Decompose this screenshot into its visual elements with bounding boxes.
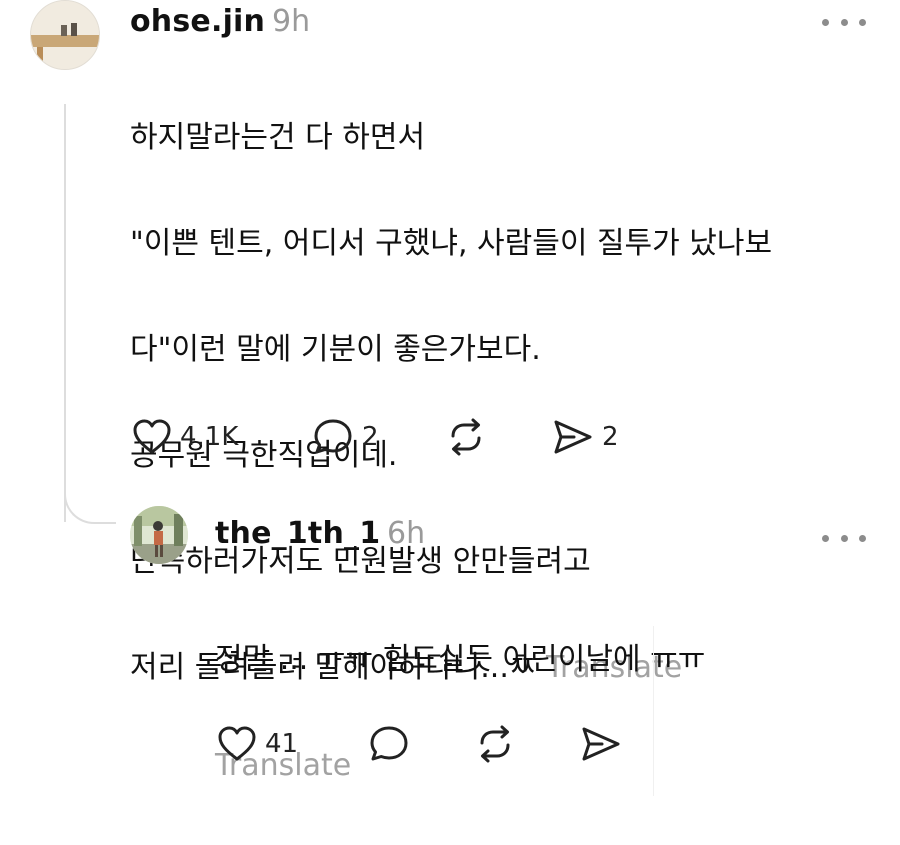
post-username[interactable]: ohse.jin	[130, 4, 265, 39]
like-button[interactable]: 4.1K	[132, 417, 238, 457]
comment-icon	[314, 419, 352, 454]
reply-body: 정말 ... ㅠㅠ 힘드실듯 어린이날에 ㅠㅠ Translate	[215, 580, 705, 845]
divider	[653, 626, 654, 796]
send-icon	[554, 420, 592, 454]
reply-more-icon[interactable]	[822, 528, 866, 548]
repost-icon	[480, 725, 510, 763]
post-more-icon[interactable]	[822, 12, 866, 32]
post-author-avatar[interactable]	[30, 0, 100, 70]
reply-repost-button[interactable]	[473, 724, 517, 764]
share-count: 2	[602, 422, 619, 452]
reply-like-button[interactable]: 41	[217, 724, 298, 764]
comment-count: 2	[362, 422, 379, 452]
repost-icon	[451, 418, 481, 456]
reply-comment-button[interactable]	[368, 724, 410, 764]
comment-icon	[370, 726, 408, 761]
reply-text: 정말 ... ㅠㅠ 힘드실듯 어린이날에 ㅠㅠ	[215, 642, 706, 677]
reply-like-count: 41	[265, 729, 299, 759]
reply-username[interactable]: the_1th_1	[215, 516, 380, 551]
repost-button[interactable]	[444, 417, 488, 457]
comment-button[interactable]: 2	[312, 417, 379, 457]
post-line: "이쁜 텐트, 어디서 구했냐, 사람들이 질투가 났나보	[130, 226, 773, 261]
like-count: 4.1K	[180, 422, 239, 452]
post-line: 다"이런 말에 기분이 좋은가보다.	[130, 332, 541, 367]
reply-time: 6h	[387, 516, 426, 551]
thread-connector	[64, 478, 116, 524]
thread-line	[64, 104, 66, 522]
reply-author-avatar[interactable]	[130, 506, 188, 564]
post-time: 9h	[272, 4, 311, 39]
heart-icon	[133, 419, 171, 454]
share-button[interactable]: 2	[552, 417, 619, 457]
post-line: 하지말라는건 다 하면서	[130, 120, 426, 155]
reply-share-button[interactable]	[580, 724, 622, 764]
send-icon	[582, 727, 620, 761]
heart-icon	[218, 726, 256, 761]
